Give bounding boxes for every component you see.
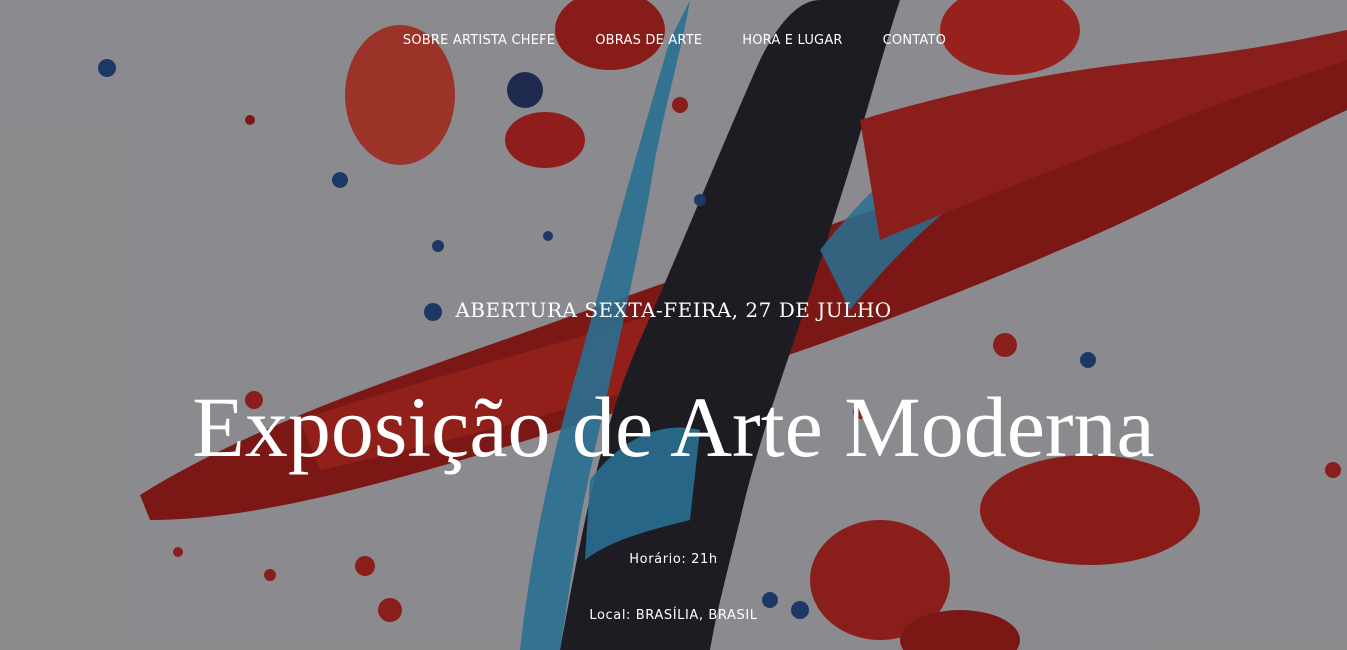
event-location: Local: BRASÍLIA, BRASIL	[589, 608, 758, 623]
nav-item-contato[interactable]: CONTATO	[883, 33, 946, 48]
hero-section: SOBRE ARTISTA CHEFE OBRAS DE ARTE HORA E…	[0, 0, 1347, 650]
page-title: Exposição de Arte Moderna	[192, 379, 1155, 475]
nav-item-obras-de-arte[interactable]: OBRAS DE ARTE	[595, 33, 702, 48]
opening-date-kicker: ABERTURA SEXTA-FEIRA, 27 DE JULHO	[455, 298, 892, 322]
nav-item-hora-e-lugar[interactable]: HORA E LUGAR	[742, 33, 842, 48]
nav-item-sobre-artista-chefe[interactable]: SOBRE ARTISTA CHEFE	[403, 33, 555, 48]
event-time: Horário: 21h	[629, 552, 718, 567]
top-navigation: SOBRE ARTISTA CHEFE OBRAS DE ARTE HORA E…	[0, 33, 1347, 48]
